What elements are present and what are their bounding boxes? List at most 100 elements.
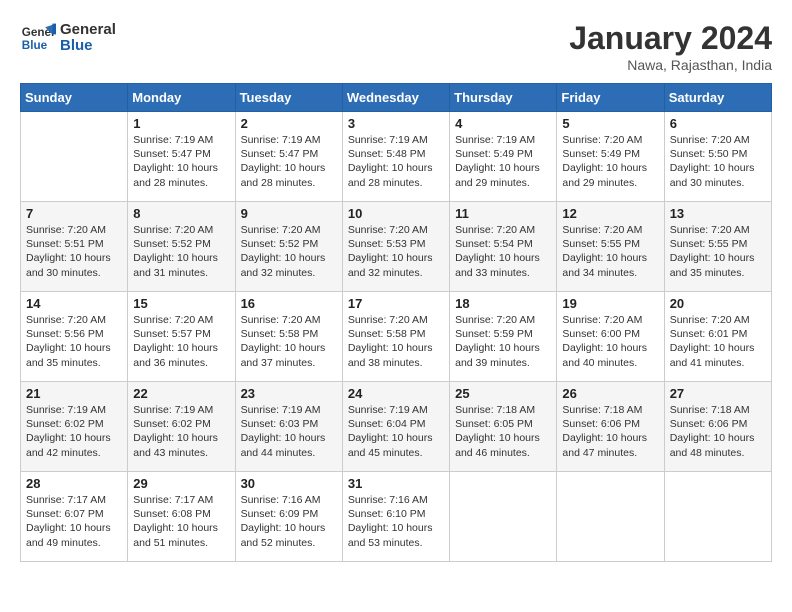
logo-general: General [60, 22, 116, 39]
day-number: 15 [133, 296, 229, 311]
day-number: 10 [348, 206, 444, 221]
day-info: Sunrise: 7:19 AMSunset: 6:02 PMDaylight:… [26, 403, 122, 460]
calendar-cell: 2 Sunrise: 7:19 AMSunset: 5:47 PMDaylight… [235, 112, 342, 202]
day-number: 21 [26, 386, 122, 401]
calendar-cell: 12 Sunrise: 7:20 AMSunset: 5:55 PMDayligh… [557, 202, 664, 292]
calendar-cell: 21 Sunrise: 7:19 AMSunset: 6:02 PMDayligh… [21, 382, 128, 472]
location-subtitle: Nawa, Rajasthan, India [569, 57, 772, 73]
logo-blue: Blue [60, 38, 116, 55]
calendar-cell: 1 Sunrise: 7:19 AMSunset: 5:47 PMDaylight… [128, 112, 235, 202]
page-header: General Blue General Blue January 2024 N… [20, 20, 772, 73]
calendar-cell: 9 Sunrise: 7:20 AMSunset: 5:52 PMDaylight… [235, 202, 342, 292]
day-info: Sunrise: 7:20 AMSunset: 5:50 PMDaylight:… [670, 133, 766, 190]
weekday-header-friday: Friday [557, 84, 664, 112]
day-number: 4 [455, 116, 551, 131]
day-info: Sunrise: 7:20 AMSunset: 5:59 PMDaylight:… [455, 313, 551, 370]
day-number: 5 [562, 116, 658, 131]
day-info: Sunrise: 7:19 AMSunset: 5:48 PMDaylight:… [348, 133, 444, 190]
day-number: 23 [241, 386, 337, 401]
day-number: 3 [348, 116, 444, 131]
calendar-cell [21, 112, 128, 202]
calendar-cell: 6Sunrise: 7:20 AMSunset: 5:50 PMDaylight… [664, 112, 771, 202]
calendar-week-3: 14 Sunrise: 7:20 AMSunset: 5:56 PMDayligh… [21, 292, 772, 382]
day-info: Sunrise: 7:20 AMSunset: 5:58 PMDaylight:… [348, 313, 444, 370]
calendar-cell: 31 Sunrise: 7:16 AMSunset: 6:10 PMDayligh… [342, 472, 449, 562]
day-number: 2 [241, 116, 337, 131]
calendar-cell: 26Sunrise: 7:18 AMSunset: 6:06 PMDayligh… [557, 382, 664, 472]
weekday-header-saturday: Saturday [664, 84, 771, 112]
calendar-week-2: 7 Sunrise: 7:20 AMSunset: 5:51 PMDaylight… [21, 202, 772, 292]
svg-text:Blue: Blue [22, 39, 48, 52]
day-number: 1 [133, 116, 229, 131]
title-block: January 2024 Nawa, Rajasthan, India [569, 20, 772, 73]
day-number: 28 [26, 476, 122, 491]
calendar-cell: 23 Sunrise: 7:19 AMSunset: 6:03 PMDayligh… [235, 382, 342, 472]
day-number: 8 [133, 206, 229, 221]
calendar-cell: 3 Sunrise: 7:19 AMSunset: 5:48 PMDaylight… [342, 112, 449, 202]
calendar-cell: 24Sunrise: 7:19 AMSunset: 6:04 PMDayligh… [342, 382, 449, 472]
logo-icon: General Blue [20, 20, 56, 56]
day-number: 29 [133, 476, 229, 491]
calendar-cell: 11Sunrise: 7:20 AMSunset: 5:54 PMDayligh… [450, 202, 557, 292]
day-number: 17 [348, 296, 444, 311]
day-info: Sunrise: 7:17 AMSunset: 6:08 PMDaylight:… [133, 493, 229, 550]
day-info: Sunrise: 7:16 AMSunset: 6:09 PMDaylight:… [241, 493, 337, 550]
day-info: Sunrise: 7:19 AMSunset: 6:02 PMDaylight:… [133, 403, 229, 460]
calendar-cell: 27 Sunrise: 7:18 AMSunset: 6:06 PMDayligh… [664, 382, 771, 472]
weekday-header-monday: Monday [128, 84, 235, 112]
day-info: Sunrise: 7:20 AMSunset: 5:54 PMDaylight:… [455, 223, 551, 280]
day-number: 18 [455, 296, 551, 311]
calendar-cell: 10 Sunrise: 7:20 AMSunset: 5:53 PMDayligh… [342, 202, 449, 292]
day-info: Sunrise: 7:20 AMSunset: 6:01 PMDaylight:… [670, 313, 766, 370]
day-number: 14 [26, 296, 122, 311]
day-number: 24 [348, 386, 444, 401]
weekday-header-sunday: Sunday [21, 84, 128, 112]
calendar-cell: 22 Sunrise: 7:19 AMSunset: 6:02 PMDayligh… [128, 382, 235, 472]
calendar-cell: 4Sunrise: 7:19 AMSunset: 5:49 PMDaylight… [450, 112, 557, 202]
day-number: 16 [241, 296, 337, 311]
calendar-body: 1 Sunrise: 7:19 AMSunset: 5:47 PMDaylight… [21, 112, 772, 562]
day-info: Sunrise: 7:20 AMSunset: 5:51 PMDaylight:… [26, 223, 122, 280]
calendar-cell: 17 Sunrise: 7:20 AMSunset: 5:58 PMDayligh… [342, 292, 449, 382]
day-number: 31 [348, 476, 444, 491]
calendar-cell: 14 Sunrise: 7:20 AMSunset: 5:56 PMDayligh… [21, 292, 128, 382]
day-info: Sunrise: 7:20 AMSunset: 6:00 PMDaylight:… [562, 313, 658, 370]
day-info: Sunrise: 7:20 AMSunset: 5:52 PMDaylight:… [241, 223, 337, 280]
day-info: Sunrise: 7:19 AMSunset: 6:03 PMDaylight:… [241, 403, 337, 460]
calendar-cell: 5 Sunrise: 7:20 AMSunset: 5:49 PMDaylight… [557, 112, 664, 202]
day-info: Sunrise: 7:20 AMSunset: 5:53 PMDaylight:… [348, 223, 444, 280]
day-info: Sunrise: 7:20 AMSunset: 5:49 PMDaylight:… [562, 133, 658, 190]
weekday-header-wednesday: Wednesday [342, 84, 449, 112]
day-info: Sunrise: 7:20 AMSunset: 5:55 PMDaylight:… [670, 223, 766, 280]
month-title: January 2024 [569, 20, 772, 57]
day-info: Sunrise: 7:20 AMSunset: 5:58 PMDaylight:… [241, 313, 337, 370]
calendar-cell: 29 Sunrise: 7:17 AMSunset: 6:08 PMDayligh… [128, 472, 235, 562]
calendar-table: SundayMondayTuesdayWednesdayThursdayFrid… [20, 83, 772, 562]
calendar-cell: 7 Sunrise: 7:20 AMSunset: 5:51 PMDaylight… [21, 202, 128, 292]
calendar-cell: 30Sunrise: 7:16 AMSunset: 6:09 PMDayligh… [235, 472, 342, 562]
calendar-week-4: 21 Sunrise: 7:19 AMSunset: 6:02 PMDayligh… [21, 382, 772, 472]
day-info: Sunrise: 7:16 AMSunset: 6:10 PMDaylight:… [348, 493, 444, 550]
day-info: Sunrise: 7:19 AMSunset: 5:47 PMDaylight:… [241, 133, 337, 190]
calendar-cell: 13Sunrise: 7:20 AMSunset: 5:55 PMDayligh… [664, 202, 771, 292]
calendar-cell: 28 Sunrise: 7:17 AMSunset: 6:07 PMDayligh… [21, 472, 128, 562]
day-number: 22 [133, 386, 229, 401]
calendar-week-5: 28 Sunrise: 7:17 AMSunset: 6:07 PMDayligh… [21, 472, 772, 562]
day-number: 12 [562, 206, 658, 221]
calendar-cell: 16 Sunrise: 7:20 AMSunset: 5:58 PMDayligh… [235, 292, 342, 382]
day-info: Sunrise: 7:20 AMSunset: 5:56 PMDaylight:… [26, 313, 122, 370]
calendar-cell: 15Sunrise: 7:20 AMSunset: 5:57 PMDayligh… [128, 292, 235, 382]
day-info: Sunrise: 7:20 AMSunset: 5:55 PMDaylight:… [562, 223, 658, 280]
day-info: Sunrise: 7:18 AMSunset: 6:06 PMDaylight:… [562, 403, 658, 460]
calendar-cell: 8Sunrise: 7:20 AMSunset: 5:52 PMDaylight… [128, 202, 235, 292]
day-number: 7 [26, 206, 122, 221]
calendar-cell: 19Sunrise: 7:20 AMSunset: 6:00 PMDayligh… [557, 292, 664, 382]
day-number: 9 [241, 206, 337, 221]
calendar-cell [557, 472, 664, 562]
calendar-cell [664, 472, 771, 562]
day-info: Sunrise: 7:18 AMSunset: 6:06 PMDaylight:… [670, 403, 766, 460]
day-info: Sunrise: 7:18 AMSunset: 6:05 PMDaylight:… [455, 403, 551, 460]
day-number: 27 [670, 386, 766, 401]
day-info: Sunrise: 7:17 AMSunset: 6:07 PMDaylight:… [26, 493, 122, 550]
day-info: Sunrise: 7:19 AMSunset: 5:47 PMDaylight:… [133, 133, 229, 190]
